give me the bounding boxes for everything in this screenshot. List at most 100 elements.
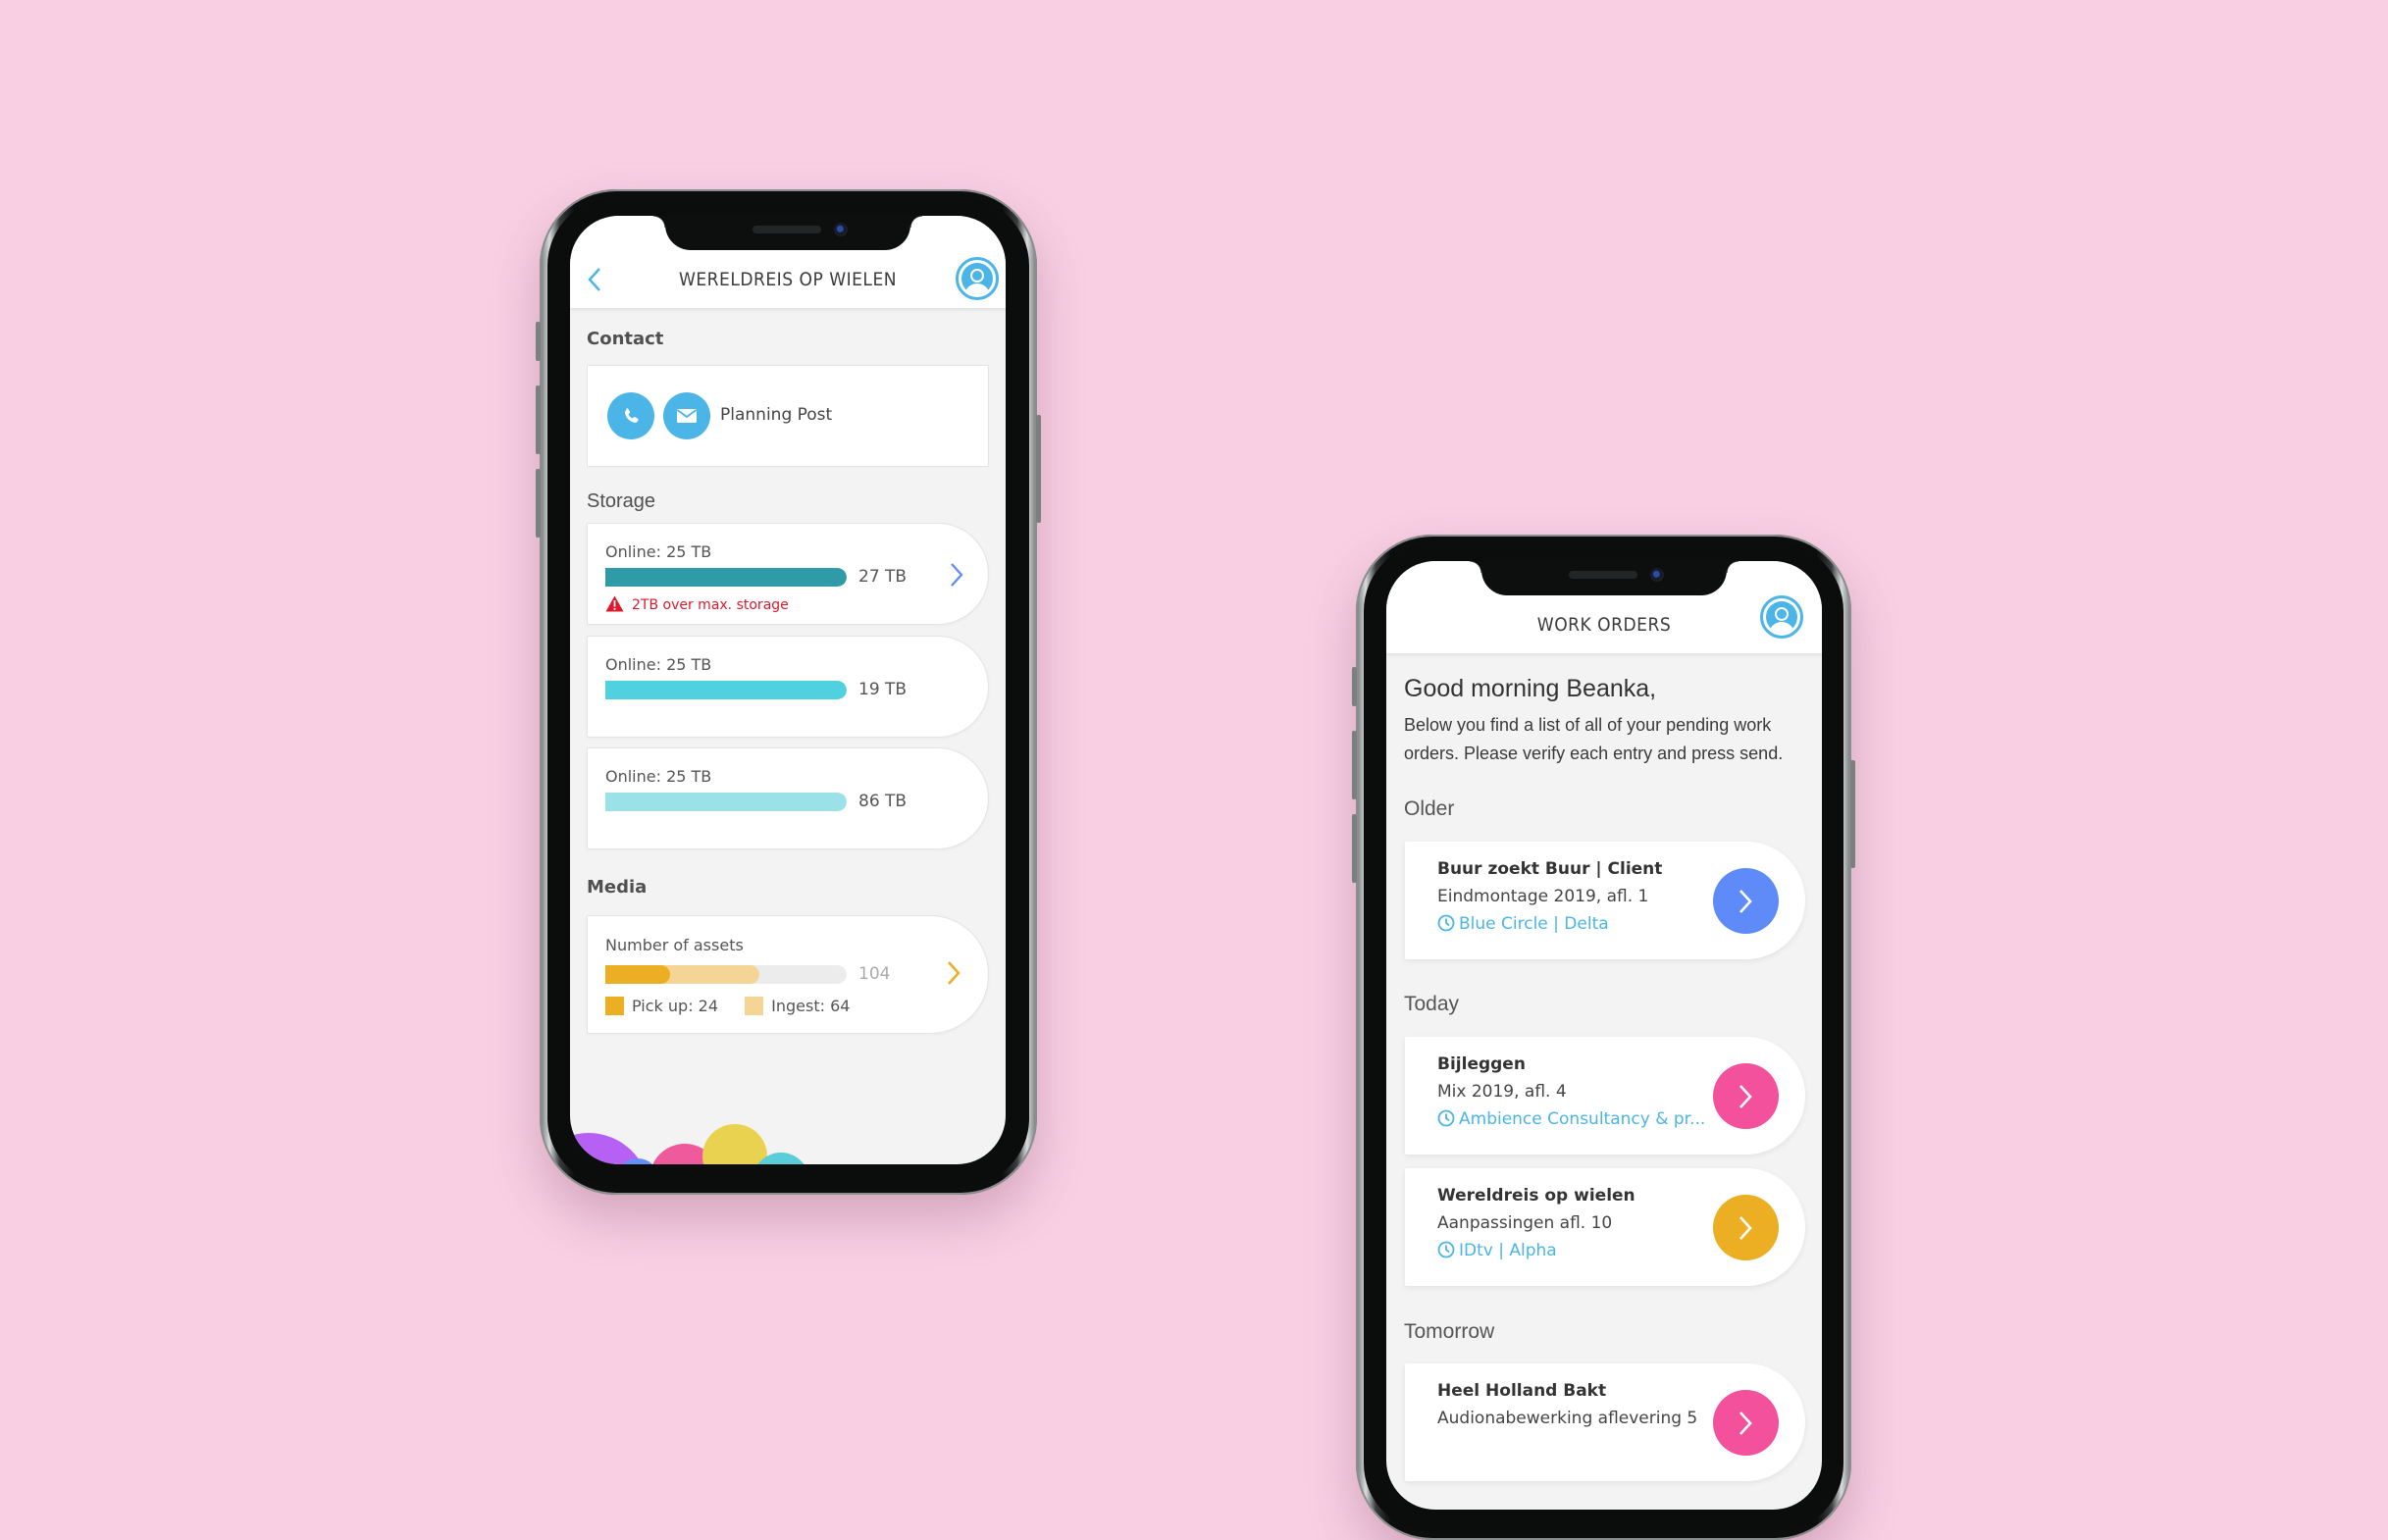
storage-online-label: Online: 25 TB <box>605 542 712 561</box>
page-title: WORK ORDERS <box>1536 614 1672 636</box>
side-button <box>1850 760 1855 868</box>
storage-warning: 2TB over max. storage <box>605 595 789 613</box>
storage-warning-text: 2TB over max. storage <box>632 597 789 613</box>
clock-icon <box>1437 1109 1455 1127</box>
storage-bar-fill <box>605 568 847 587</box>
side-button <box>536 322 541 361</box>
group-label-older: Older <box>1404 797 1455 820</box>
contact-card: Planning Post <box>587 365 989 467</box>
chevron-right-icon <box>1739 1216 1752 1240</box>
storage-used-value: 27 TB <box>858 567 908 587</box>
storage-bar <box>605 568 847 587</box>
work-order-meta-text: Blue Circle | Delta <box>1459 914 1609 934</box>
work-order-meta: Ambience Consultancy & pr... <box>1437 1109 1705 1129</box>
assets-total: 104 <box>858 964 891 984</box>
work-order-meta: IDtv | Alpha <box>1437 1241 1557 1260</box>
work-order-card[interactable]: Bijleggen Mix 2019, afl. 4 Ambience Cons… <box>1405 1037 1805 1155</box>
storage-online-label: Online: 25 TB <box>605 655 712 674</box>
contact-section-label: Contact <box>587 329 664 349</box>
storage-card[interactable]: Online: 25 TB 27 TB 2TB over max. storag… <box>587 523 989 625</box>
user-avatar-icon <box>1766 601 1797 633</box>
legend-item-pickup: Pick up: 24 <box>605 997 718 1015</box>
phone-mockup-right: WORK ORDERS Good morning Beanka, Below y… <box>1352 535 1855 1540</box>
storage-section-label: Storage <box>587 490 656 512</box>
work-order-title: Bijleggen <box>1437 1054 1526 1074</box>
storage-bar-fill <box>605 681 847 699</box>
decorative-bubbles <box>570 1124 805 1164</box>
group-label-today: Today <box>1404 993 1460 1015</box>
side-button <box>1036 415 1041 523</box>
assets-legend: Pick up: 24 Ingest: 64 <box>605 997 871 1015</box>
media-section-label: Media <box>587 877 648 898</box>
work-order-subtitle: Eindmontage 2019, afl. 1 <box>1437 887 1649 906</box>
bubble <box>622 1158 653 1164</box>
work-order-card[interactable]: Heel Holland Bakt Audionabewerking aflev… <box>1405 1363 1805 1481</box>
notch <box>1470 561 1739 595</box>
work-order-meta: Blue Circle | Delta <box>1437 914 1609 934</box>
side-button <box>1352 814 1357 883</box>
bubble <box>702 1124 767 1164</box>
page-title: WERELDREIS OP WIELEN <box>678 269 898 290</box>
work-order-title: Buur zoekt Buur | Client <box>1437 859 1663 879</box>
clock-icon <box>1437 1241 1455 1258</box>
group-label-tomorrow: Tomorrow <box>1404 1320 1495 1343</box>
storage-bar <box>605 681 847 699</box>
work-order-title: Heel Holland Bakt <box>1437 1381 1607 1401</box>
storage-online-label: Online: 25 TB <box>605 767 712 786</box>
legend-label: Ingest: 64 <box>771 997 851 1015</box>
media-card[interactable]: Number of assets 104 Pick up: 24 Ingest:… <box>587 915 989 1034</box>
user-avatar-button[interactable] <box>956 257 999 300</box>
storage-bar <box>605 793 847 811</box>
work-order-meta-text: Ambience Consultancy & pr... <box>1459 1109 1706 1129</box>
chevron-right-icon[interactable] <box>949 561 964 589</box>
user-avatar-button[interactable] <box>1760 595 1803 639</box>
legend-label: Pick up: 24 <box>632 997 719 1015</box>
work-order-title: Wereldreis op wielen <box>1437 1186 1635 1206</box>
storage-card[interactable]: Online: 25 TB 19 TB <box>587 636 989 738</box>
storage-bar-fill <box>605 793 847 811</box>
user-avatar-icon <box>961 263 993 294</box>
assets-bar <box>605 965 847 984</box>
work-order-meta-text: IDtv | Alpha <box>1459 1241 1557 1260</box>
contact-name: Planning Post <box>720 405 833 425</box>
clock-icon <box>1437 914 1455 932</box>
phone-mockup-left: WERELDREIS OP WIELEN Contact Planning Po… <box>536 189 1041 1195</box>
open-work-order-button[interactable] <box>1713 1063 1779 1129</box>
side-button <box>1352 667 1357 706</box>
work-order-subtitle: Mix 2019, afl. 4 <box>1437 1082 1567 1102</box>
assets-title: Number of assets <box>605 936 744 954</box>
chevron-right-icon <box>1739 1085 1752 1108</box>
phone-icon <box>624 408 639 423</box>
storage-used-value: 86 TB <box>858 792 908 811</box>
side-button <box>1352 731 1357 799</box>
front-camera <box>1650 568 1664 582</box>
chevron-right-icon <box>1739 890 1752 913</box>
open-work-order-button[interactable] <box>1713 868 1779 934</box>
chevron-right-icon <box>1739 1412 1752 1435</box>
bubble <box>652 1144 717 1164</box>
work-order-card[interactable]: Buur zoekt Buur | Client Eindmontage 201… <box>1405 842 1805 959</box>
front-camera <box>834 223 848 236</box>
legend-swatch <box>605 997 624 1015</box>
speaker-grille <box>1569 571 1637 579</box>
chevron-right-icon[interactable] <box>946 959 961 987</box>
call-button[interactable] <box>607 392 654 439</box>
pickup-bar-fill <box>605 965 671 984</box>
intro-text: Below you find a list of all of your pen… <box>1404 715 1784 763</box>
speaker-grille <box>753 226 821 233</box>
open-work-order-button[interactable] <box>1713 1195 1779 1260</box>
greeting-heading: Good morning Beanka, <box>1404 675 1657 702</box>
open-work-order-button[interactable] <box>1713 1390 1779 1456</box>
work-order-subtitle: Audionabewerking aflevering 5 <box>1437 1409 1698 1428</box>
mail-icon <box>676 409 698 423</box>
email-button[interactable] <box>663 392 710 439</box>
legend-item-ingest: Ingest: 64 <box>745 997 850 1015</box>
bubble <box>757 1153 805 1164</box>
storage-used-value: 19 TB <box>858 680 908 699</box>
storage-card[interactable]: Online: 25 TB 86 TB <box>587 747 989 849</box>
side-button <box>536 385 541 454</box>
legend-swatch <box>745 997 764 1015</box>
screen-project-detail: WERELDREIS OP WIELEN Contact Planning Po… <box>570 216 1006 1164</box>
side-button <box>536 469 541 538</box>
work-order-card[interactable]: Wereldreis op wielen Aanpassingen afl. 1… <box>1405 1168 1805 1286</box>
